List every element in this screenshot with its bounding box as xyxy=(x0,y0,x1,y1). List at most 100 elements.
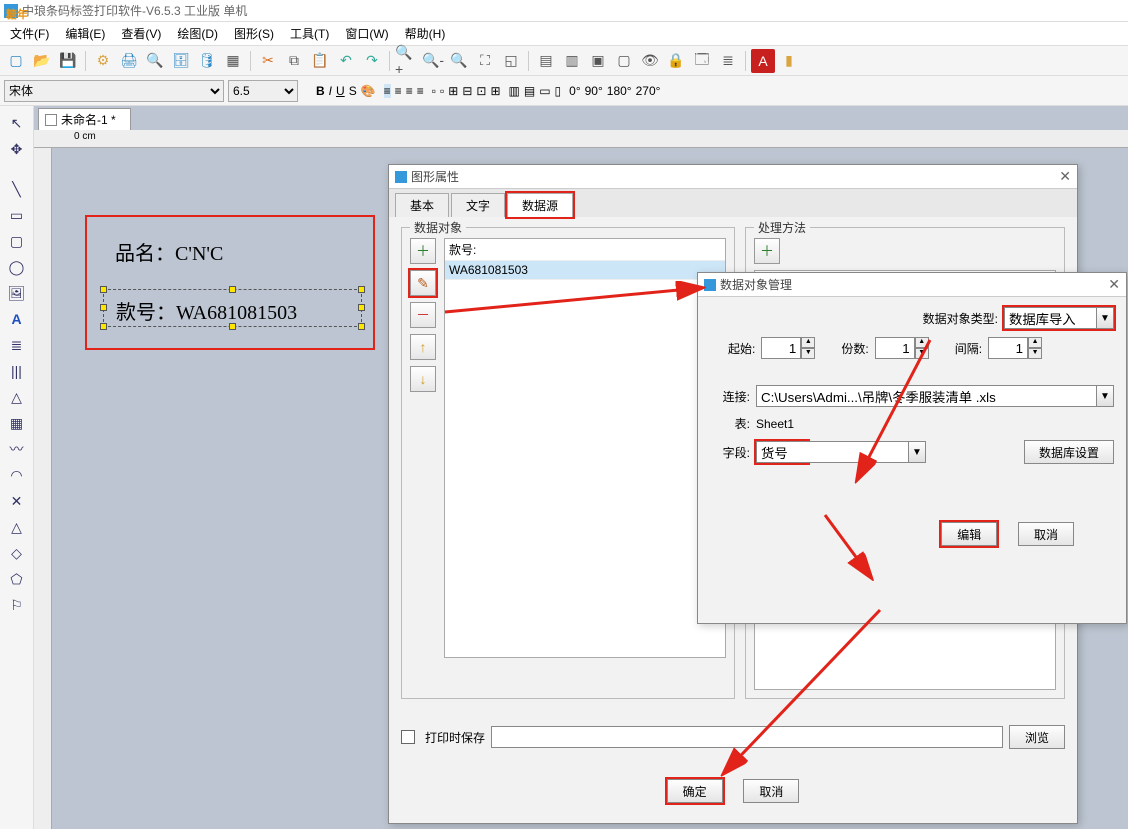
rot0-icon[interactable]: 0° xyxy=(569,84,580,98)
align-left-icon[interactable]: ≡ xyxy=(384,84,391,98)
alignbox3-icon[interactable]: ⊞ xyxy=(448,84,458,98)
movedown-button[interactable]: ↓ xyxy=(410,366,436,392)
close-icon[interactable]: ✕ xyxy=(1059,168,1071,185)
chevron-down-icon[interactable]: ▼ xyxy=(908,441,926,463)
back-icon[interactable]: ▥ xyxy=(560,49,584,73)
rect-icon[interactable]: ▭ xyxy=(3,203,31,227)
cancel-button[interactable]: 取消 xyxy=(743,779,799,803)
dbmgr-icon[interactable]: 🛢 xyxy=(195,49,219,73)
italic-icon[interactable]: I xyxy=(329,84,332,98)
layers-icon[interactable]: ≣ xyxy=(716,49,740,73)
moveup-button[interactable]: ↑ xyxy=(410,334,436,360)
table-icon[interactable]: ▦ xyxy=(3,411,31,435)
add-button[interactable]: ＋ xyxy=(410,238,436,264)
settings-icon[interactable]: ⚙ xyxy=(91,49,115,73)
menu-help[interactable]: 帮助(H) xyxy=(399,23,452,44)
save-on-print-checkbox[interactable] xyxy=(401,730,415,744)
pan-icon[interactable]: ✥ xyxy=(3,137,31,161)
field-combo[interactable]: ▼ xyxy=(756,441,926,463)
type-combo[interactable]: ▼ xyxy=(1004,307,1114,329)
dist-h-icon[interactable]: ▥ xyxy=(509,84,520,98)
edit-button[interactable]: ✎ xyxy=(410,270,436,296)
front-icon[interactable]: ▤ xyxy=(534,49,558,73)
flag-icon[interactable]: ⚐ xyxy=(3,593,31,617)
barcode-icon[interactable]: ||| xyxy=(3,359,31,383)
rot270-icon[interactable]: 270° xyxy=(636,84,661,98)
ellipse-icon[interactable]: ◯ xyxy=(3,255,31,279)
polygon-icon[interactable]: △ xyxy=(3,385,31,409)
tab-text[interactable]: 文字 xyxy=(451,193,505,217)
star-icon[interactable]: ⬠ xyxy=(3,567,31,591)
preview-icon[interactable]: 🔍 xyxy=(143,49,167,73)
brand-text[interactable]: 品名：C'N'C xyxy=(115,237,223,266)
chevron-down-icon[interactable]: ▼ xyxy=(1096,307,1114,329)
undo-icon[interactable]: ↶ xyxy=(334,49,358,73)
alignbox1-icon[interactable]: ▫ xyxy=(432,84,436,98)
menu-graph[interactable]: 图形(S) xyxy=(228,23,280,44)
samew-icon[interactable]: ▭ xyxy=(539,84,550,98)
zoomout-icon[interactable]: 🔍- xyxy=(421,49,445,73)
cut-icon[interactable]: ✂ xyxy=(256,49,280,73)
menu-view[interactable]: 查看(V) xyxy=(115,23,167,44)
paste-icon[interactable]: 📋 xyxy=(308,49,332,73)
cross-icon[interactable]: ✕ xyxy=(3,489,31,513)
save-path-input[interactable] xyxy=(491,726,1003,748)
selected-text-object[interactable]: 款号：WA681081503 xyxy=(103,289,362,327)
open-icon[interactable]: 📂 xyxy=(30,49,54,73)
text-icon[interactable]: A xyxy=(3,307,31,331)
type-input[interactable] xyxy=(1004,307,1096,329)
size-select[interactable]: 6.5 xyxy=(228,80,298,102)
method-add-button[interactable]: ＋ xyxy=(754,238,780,264)
db-icon[interactable]: 🗄 xyxy=(169,49,193,73)
cancel-button[interactable]: 取消 xyxy=(1018,522,1074,546)
alignbox4-icon[interactable]: ⊟ xyxy=(462,84,472,98)
edit-confirm-button[interactable]: 编辑 xyxy=(941,522,997,546)
font-select[interactable]: 宋体 xyxy=(4,80,224,102)
group-icon[interactable]: ▣ xyxy=(586,49,610,73)
document-tab[interactable]: 未命名-1 * xyxy=(38,108,131,131)
menu-file[interactable]: 文件(F) xyxy=(4,23,55,44)
menu-edit[interactable]: 编辑(E) xyxy=(59,23,111,44)
dataobj-dialog-title[interactable]: 数据对象管理 ✕ xyxy=(698,273,1126,297)
ok-button[interactable]: 确定 xyxy=(667,779,723,803)
field-input[interactable] xyxy=(756,441,808,463)
props-icon[interactable]: 🗔 xyxy=(690,49,714,73)
grid-icon[interactable]: ▦ xyxy=(221,49,245,73)
chevron-down-icon[interactable]: ▼ xyxy=(1096,385,1114,407)
remove-button[interactable]: － xyxy=(410,302,436,328)
new-icon[interactable]: ▢ xyxy=(4,49,28,73)
lock-icon[interactable]: 🔒 xyxy=(664,49,688,73)
pdf-icon[interactable]: A xyxy=(751,49,775,73)
dist-v-icon[interactable]: ▤ xyxy=(524,84,535,98)
fit-icon[interactable]: ⛶ xyxy=(473,49,497,73)
zoomin-icon[interactable]: 🔍+ xyxy=(395,49,419,73)
align-right-icon[interactable]: ≡ xyxy=(406,84,413,98)
diamond-icon[interactable]: ◇ xyxy=(3,541,31,565)
dataobj-list[interactable]: 款号: WA681081503 xyxy=(444,238,726,658)
alignbox6-icon[interactable]: ⊞ xyxy=(490,84,500,98)
align-justify-icon[interactable]: ≡ xyxy=(417,84,424,98)
copy-icon[interactable]: ⧉ xyxy=(282,49,306,73)
save-icon[interactable]: 💾 xyxy=(56,49,80,73)
curve-icon[interactable]: 〰 xyxy=(3,437,31,461)
richtext-icon[interactable]: ≣ xyxy=(3,333,31,357)
underline-icon[interactable]: U xyxy=(336,84,345,98)
color-icon[interactable]: 🎨 xyxy=(361,84,376,98)
print-icon[interactable]: 🖨 xyxy=(117,49,141,73)
roundrect-icon[interactable]: ▢ xyxy=(3,229,31,253)
alignbox5-icon[interactable]: ⊡ xyxy=(476,84,486,98)
alignbox2-icon[interactable]: ▫ xyxy=(440,84,444,98)
rot90-icon[interactable]: 90° xyxy=(585,84,603,98)
connection-combo[interactable]: ▼ xyxy=(756,385,1114,407)
triangle-icon[interactable]: △ xyxy=(3,515,31,539)
menu-tool[interactable]: 工具(T) xyxy=(284,23,335,44)
select-icon[interactable]: ↖ xyxy=(3,111,31,135)
strike-icon[interactable]: S xyxy=(349,84,357,98)
menu-window[interactable]: 窗口(W) xyxy=(339,23,394,44)
menu-draw[interactable]: 绘图(D) xyxy=(171,23,224,44)
ungroup-icon[interactable]: ▢ xyxy=(612,49,636,73)
start-spinner[interactable]: ▲▼ xyxy=(761,337,815,359)
sameh-icon[interactable]: ▯ xyxy=(555,84,562,98)
rot180-icon[interactable]: 180° xyxy=(607,84,632,98)
db-settings-button[interactable]: 数据库设置 xyxy=(1024,440,1114,464)
